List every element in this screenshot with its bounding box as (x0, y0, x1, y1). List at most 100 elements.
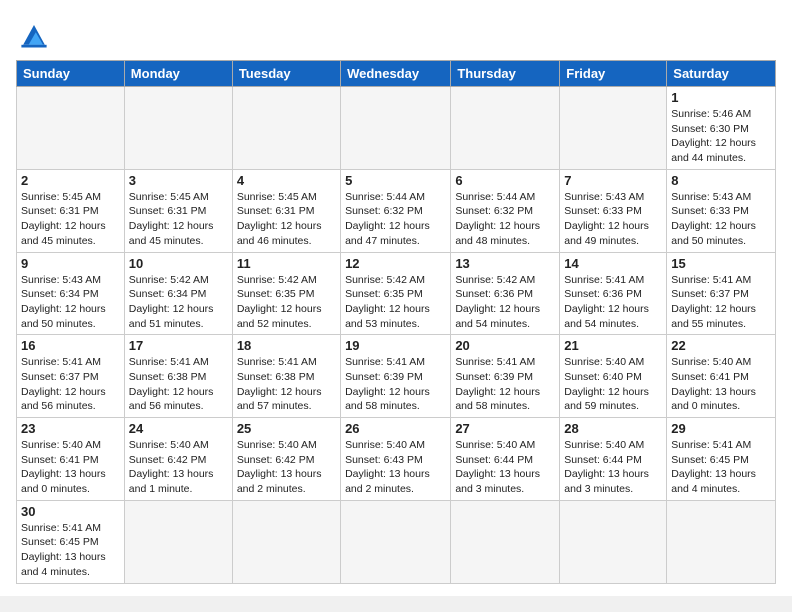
calendar-cell: 25 Sunrise: 5:40 AM Sunset: 6:42 PM Dayli… (232, 418, 340, 501)
weekday-header-sunday: Sunday (17, 61, 125, 87)
day-number: 6 (455, 173, 555, 188)
day-info: Sunrise: 5:40 AM Sunset: 6:44 PM Dayligh… (564, 438, 662, 497)
day-info: Sunrise: 5:45 AM Sunset: 6:31 PM Dayligh… (129, 190, 228, 249)
calendar-cell: 7Sunrise: 5:43 AM Sunset: 6:33 PM Daylig… (560, 169, 667, 252)
day-number: 18 (237, 338, 336, 353)
day-info: Sunrise: 5:41 AM Sunset: 6:38 PM Dayligh… (237, 355, 336, 414)
day-info: Sunrise: 5:44 AM Sunset: 6:32 PM Dayligh… (345, 190, 446, 249)
day-info: Sunrise: 5:41 AM Sunset: 6:45 PM Dayligh… (671, 438, 771, 497)
day-number: 9 (21, 256, 120, 271)
calendar-cell: 23Sunrise: 5:40 AM Sunset: 6:41 PM Dayli… (17, 418, 125, 501)
page: SundayMondayTuesdayWednesdayThursdayFrid… (0, 0, 792, 596)
day-info: Sunrise: 5:40 AM Sunset: 6:41 PM Dayligh… (21, 438, 120, 497)
calendar-cell (451, 500, 560, 583)
day-number: 2 (21, 173, 120, 188)
calendar-cell: 24Sunrise: 5:40 AM Sunset: 6:42 PM Dayli… (124, 418, 232, 501)
calendar-cell (124, 87, 232, 170)
calendar-cell: 17Sunrise: 5:41 AM Sunset: 6:38 PM Dayli… (124, 335, 232, 418)
day-info: Sunrise: 5:41 AM Sunset: 6:37 PM Dayligh… (671, 273, 771, 332)
day-number: 12 (345, 256, 446, 271)
day-info: Sunrise: 5:41 AM Sunset: 6:37 PM Dayligh… (21, 355, 120, 414)
day-number: 22 (671, 338, 771, 353)
day-info: Sunrise: 5:40 AM Sunset: 6:40 PM Dayligh… (564, 355, 662, 414)
calendar-cell: 22 Sunrise: 5:40 AM Sunset: 6:41 PM Dayli… (667, 335, 776, 418)
calendar-cell: 13 Sunrise: 5:42 AM Sunset: 6:36 PM Dayli… (451, 252, 560, 335)
calendar-cell: 26 Sunrise: 5:40 AM Sunset: 6:43 PM Dayli… (341, 418, 451, 501)
day-info: Sunrise: 5:40 AM Sunset: 6:43 PM Dayligh… (345, 438, 446, 497)
calendar-cell: 19 Sunrise: 5:41 AM Sunset: 6:39 PM Dayli… (341, 335, 451, 418)
day-info: Sunrise: 5:44 AM Sunset: 6:32 PM Dayligh… (455, 190, 555, 249)
calendar-cell: 28 Sunrise: 5:40 AM Sunset: 6:44 PM Dayli… (560, 418, 667, 501)
day-info: Sunrise: 5:42 AM Sunset: 6:35 PM Dayligh… (345, 273, 446, 332)
day-number: 20 (455, 338, 555, 353)
calendar-cell: 11Sunrise: 5:42 AM Sunset: 6:35 PM Dayli… (232, 252, 340, 335)
weekday-header-thursday: Thursday (451, 61, 560, 87)
calendar-cell: 12 Sunrise: 5:42 AM Sunset: 6:35 PM Dayli… (341, 252, 451, 335)
weekday-header-monday: Monday (124, 61, 232, 87)
calendar-cell: 1 Sunrise: 5:46 AM Sunset: 6:30 PM Daylig… (667, 87, 776, 170)
calendar-cell (451, 87, 560, 170)
day-number: 19 (345, 338, 446, 353)
day-number: 28 (564, 421, 662, 436)
calendar-cell: 14 Sunrise: 5:41 AM Sunset: 6:36 PM Dayli… (560, 252, 667, 335)
day-info: Sunrise: 5:43 AM Sunset: 6:33 PM Dayligh… (671, 190, 771, 249)
day-info: Sunrise: 5:40 AM Sunset: 6:41 PM Dayligh… (671, 355, 771, 414)
logo-icon (16, 16, 52, 52)
day-info: Sunrise: 5:40 AM Sunset: 6:44 PM Dayligh… (455, 438, 555, 497)
day-number: 10 (129, 256, 228, 271)
weekday-header-saturday: Saturday (667, 61, 776, 87)
day-number: 3 (129, 173, 228, 188)
calendar-cell: 29 Sunrise: 5:41 AM Sunset: 6:45 PM Dayli… (667, 418, 776, 501)
calendar-cell: 6 Sunrise: 5:44 AM Sunset: 6:32 PM Daylig… (451, 169, 560, 252)
day-info: Sunrise: 5:43 AM Sunset: 6:33 PM Dayligh… (564, 190, 662, 249)
day-number: 25 (237, 421, 336, 436)
header (16, 16, 776, 52)
day-info: Sunrise: 5:41 AM Sunset: 6:39 PM Dayligh… (455, 355, 555, 414)
weekday-header-row: SundayMondayTuesdayWednesdayThursdayFrid… (17, 61, 776, 87)
calendar-cell: 16 Sunrise: 5:41 AM Sunset: 6:37 PM Dayli… (17, 335, 125, 418)
calendar-week-2: 2 Sunrise: 5:45 AM Sunset: 6:31 PM Daylig… (17, 169, 776, 252)
calendar-cell: 3 Sunrise: 5:45 AM Sunset: 6:31 PM Daylig… (124, 169, 232, 252)
day-info: Sunrise: 5:41 AM Sunset: 6:36 PM Dayligh… (564, 273, 662, 332)
calendar-table: SundayMondayTuesdayWednesdayThursdayFrid… (16, 60, 776, 584)
day-info: Sunrise: 5:42 AM Sunset: 6:36 PM Dayligh… (455, 273, 555, 332)
day-info: Sunrise: 5:45 AM Sunset: 6:31 PM Dayligh… (237, 190, 336, 249)
day-number: 17 (129, 338, 228, 353)
calendar-cell: 27Sunrise: 5:40 AM Sunset: 6:44 PM Dayli… (451, 418, 560, 501)
day-info: Sunrise: 5:40 AM Sunset: 6:42 PM Dayligh… (237, 438, 336, 497)
day-number: 1 (671, 90, 771, 105)
day-info: Sunrise: 5:40 AM Sunset: 6:42 PM Dayligh… (129, 438, 228, 497)
weekday-header-wednesday: Wednesday (341, 61, 451, 87)
calendar-week-3: 9 Sunrise: 5:43 AM Sunset: 6:34 PM Daylig… (17, 252, 776, 335)
day-info: Sunrise: 5:45 AM Sunset: 6:31 PM Dayligh… (21, 190, 120, 249)
day-number: 16 (21, 338, 120, 353)
calendar-week-4: 16 Sunrise: 5:41 AM Sunset: 6:37 PM Dayli… (17, 335, 776, 418)
day-number: 26 (345, 421, 446, 436)
calendar-cell: 18 Sunrise: 5:41 AM Sunset: 6:38 PM Dayli… (232, 335, 340, 418)
weekday-header-tuesday: Tuesday (232, 61, 340, 87)
calendar-cell: 20 Sunrise: 5:41 AM Sunset: 6:39 PM Dayli… (451, 335, 560, 418)
calendar-cell: 15Sunrise: 5:41 AM Sunset: 6:37 PM Dayli… (667, 252, 776, 335)
weekday-header-friday: Friday (560, 61, 667, 87)
calendar-cell: 8Sunrise: 5:43 AM Sunset: 6:33 PM Daylig… (667, 169, 776, 252)
calendar-cell (560, 87, 667, 170)
calendar-cell: 9 Sunrise: 5:43 AM Sunset: 6:34 PM Daylig… (17, 252, 125, 335)
calendar-week-5: 23Sunrise: 5:40 AM Sunset: 6:41 PM Dayli… (17, 418, 776, 501)
day-number: 30 (21, 504, 120, 519)
calendar-week-6: 30Sunrise: 5:41 AM Sunset: 6:45 PM Dayli… (17, 500, 776, 583)
calendar-cell: 10Sunrise: 5:42 AM Sunset: 6:34 PM Dayli… (124, 252, 232, 335)
calendar-cell: 5Sunrise: 5:44 AM Sunset: 6:32 PM Daylig… (341, 169, 451, 252)
day-number: 29 (671, 421, 771, 436)
day-number: 14 (564, 256, 662, 271)
day-number: 13 (455, 256, 555, 271)
day-number: 21 (564, 338, 662, 353)
calendar-cell (560, 500, 667, 583)
day-number: 11 (237, 256, 336, 271)
day-info: Sunrise: 5:46 AM Sunset: 6:30 PM Dayligh… (671, 107, 771, 166)
calendar-cell: 21 Sunrise: 5:40 AM Sunset: 6:40 PM Dayli… (560, 335, 667, 418)
day-info: Sunrise: 5:41 AM Sunset: 6:39 PM Dayligh… (345, 355, 446, 414)
calendar-cell (124, 500, 232, 583)
day-info: Sunrise: 5:43 AM Sunset: 6:34 PM Dayligh… (21, 273, 120, 332)
calendar-cell (17, 87, 125, 170)
calendar-week-1: 1 Sunrise: 5:46 AM Sunset: 6:30 PM Daylig… (17, 87, 776, 170)
